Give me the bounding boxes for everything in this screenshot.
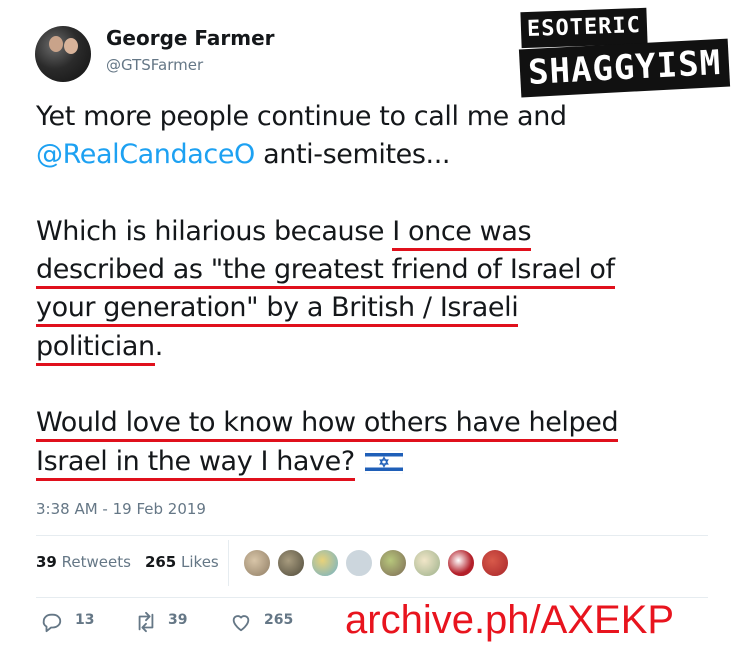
reply-count: 13 <box>75 612 95 628</box>
stats-separator <box>228 540 229 586</box>
israel-flag-icon <box>364 450 403 475</box>
liker-avatar[interactable] <box>378 548 408 578</box>
reply-icon <box>42 613 62 633</box>
tweet-line-text: anti-semites... <box>254 139 451 171</box>
tweet-line: Yet more people continue to call me and <box>36 98 736 136</box>
author-handle[interactable]: @GTSFarmer <box>106 56 203 74</box>
tweet-line: Israel in the way I have? <box>36 443 736 481</box>
tweet-line-text: . <box>154 330 164 362</box>
tweet-line: your generation" by a British / Israeli <box>36 289 736 328</box>
underlined-text: Israel in the way I have? <box>36 445 355 481</box>
tweet-line: described as "the greatest friend of Isr… <box>36 251 736 290</box>
esoteric-stamp: ESOTERIC <box>520 7 648 49</box>
liker-avatar[interactable] <box>310 548 340 578</box>
retweets-stat[interactable]: 39 Retweets <box>36 553 131 571</box>
divider <box>36 535 708 536</box>
tweet-line: politician. <box>36 328 736 366</box>
liker-avatar[interactable] <box>242 548 272 578</box>
retweet-icon <box>138 611 154 633</box>
tweet-timestamp[interactable]: 3:38 AM - 19 Feb 2019 <box>36 500 206 518</box>
likes-stat[interactable]: 265 Likes <box>145 553 219 571</box>
shaggyism-stamp: SHAGGYISM <box>518 38 731 98</box>
liker-avatar[interactable] <box>412 548 442 578</box>
underlined-text: politician <box>36 330 155 366</box>
mention-link[interactable]: @RealCandaceO <box>36 139 255 170</box>
author-name[interactable]: George Farmer <box>106 26 275 50</box>
author-avatar[interactable] <box>35 26 91 82</box>
retweet-count: 39 <box>168 612 188 628</box>
underlined-text: Would love to know how others have helpe… <box>36 407 619 443</box>
liker-avatar[interactable] <box>276 548 306 578</box>
liker-avatar[interactable] <box>446 548 476 578</box>
underlined-text: described as "the greatest friend of Isr… <box>36 254 615 290</box>
tweet-line: @RealCandaceO anti-semites... <box>36 136 736 174</box>
tweet-text: Yet more people continue to call me and … <box>36 98 736 481</box>
underlined-text: I once was <box>392 215 532 251</box>
tweet-line-text: Which is hilarious because <box>36 215 393 247</box>
archive-watermark: archive.ph/AXEKP <box>345 598 675 642</box>
likes-count: 265 <box>144 553 177 571</box>
retweets-label: Retweets <box>61 553 131 571</box>
underlined-text: your generation" by a British / Israeli <box>36 292 519 328</box>
heart-icon <box>232 615 250 632</box>
tweet-line: Would love to know how others have helpe… <box>36 404 736 443</box>
liker-avatar[interactable] <box>480 548 510 578</box>
tweet-line: Which is hilarious because I once was <box>36 213 736 251</box>
engagement-stats: 39 Retweets 265 Likes <box>36 553 219 571</box>
retweets-count: 39 <box>36 553 57 571</box>
likes-label: Likes <box>181 553 219 571</box>
like-count: 265 <box>264 612 294 628</box>
liker-avatar[interactable] <box>344 548 374 578</box>
tweet-line-text: Yet more people continue to call me and <box>36 101 567 132</box>
